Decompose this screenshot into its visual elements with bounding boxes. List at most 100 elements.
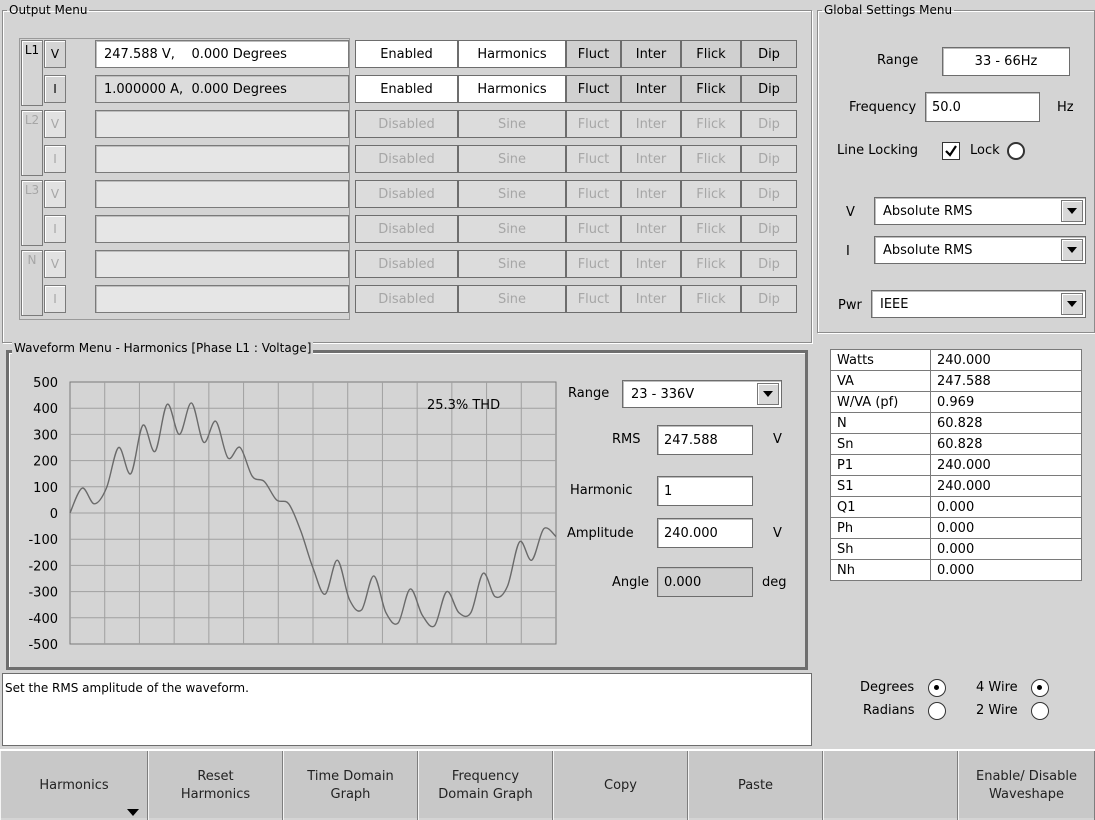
waveshape-mode-button[interactable]: Sine bbox=[458, 285, 566, 313]
flick-button[interactable]: Flick bbox=[681, 110, 741, 138]
waveshape-mode-button[interactable]: Sine bbox=[458, 180, 566, 208]
enable-disable-waveshape-button[interactable]: Enable/ Disable Waveshape bbox=[958, 751, 1095, 820]
copy-button[interactable]: Copy bbox=[553, 751, 688, 820]
dip-button[interactable]: Dip bbox=[741, 145, 797, 173]
output-menu-title: Output Menu bbox=[9, 3, 88, 17]
current-mode-dropdown[interactable]: Absolute RMS bbox=[874, 236, 1086, 264]
waveshape-mode-button[interactable]: Harmonics bbox=[458, 75, 566, 103]
output-value-cell[interactable] bbox=[95, 215, 349, 243]
four-wire-radio[interactable] bbox=[1031, 679, 1049, 697]
inter-button[interactable]: Inter bbox=[621, 215, 681, 243]
signal-type-label: V bbox=[44, 250, 66, 278]
output-value-cell[interactable]: 247.588 V, 0.000 Degrees bbox=[95, 40, 349, 68]
measurement-name: Ph bbox=[830, 517, 931, 539]
inter-button[interactable]: Inter bbox=[621, 180, 681, 208]
harmonics-button[interactable]: Harmonics bbox=[0, 751, 148, 820]
dip-button[interactable]: Dip bbox=[741, 250, 797, 278]
flick-button[interactable]: Flick bbox=[681, 180, 741, 208]
frequency-input[interactable]: 50.0 bbox=[925, 92, 1040, 122]
measurement-value: 0.000 bbox=[930, 517, 1082, 539]
waveshape-mode-button[interactable]: Sine bbox=[458, 215, 566, 243]
angle-label: Angle bbox=[612, 575, 649, 590]
empty-softkey[interactable] bbox=[823, 751, 958, 820]
fluct-button[interactable]: Fluct bbox=[566, 180, 621, 208]
paste-button[interactable]: Paste bbox=[688, 751, 823, 820]
output-value-cell[interactable] bbox=[95, 285, 349, 313]
fluct-button[interactable]: Fluct bbox=[566, 110, 621, 138]
flick-button[interactable]: Flick bbox=[681, 250, 741, 278]
dip-button[interactable]: Dip bbox=[741, 285, 797, 313]
inter-button[interactable]: Inter bbox=[621, 110, 681, 138]
power-mode-dropdown[interactable]: IEEE bbox=[871, 290, 1086, 318]
waveshape-mode-button[interactable]: Sine bbox=[458, 250, 566, 278]
bottom-toolbar: Harmonics Reset Harmonics Time Domain Gr… bbox=[0, 749, 1095, 820]
rms-input[interactable]: 247.588 bbox=[657, 425, 753, 455]
output-state-button[interactable]: Enabled bbox=[355, 75, 458, 103]
paste-button-label: Paste bbox=[737, 777, 774, 793]
output-state-button[interactable]: Disabled bbox=[355, 145, 458, 173]
dip-button[interactable]: Dip bbox=[741, 75, 797, 103]
voltage-mode-value: Absolute RMS bbox=[883, 203, 973, 219]
voltage-mode-dropdown[interactable]: Absolute RMS bbox=[874, 197, 1086, 225]
fluct-button[interactable]: Fluct bbox=[566, 75, 621, 103]
fluct-button[interactable]: Fluct bbox=[566, 250, 621, 278]
inter-button[interactable]: Inter bbox=[621, 40, 681, 68]
current-mode-value: Absolute RMS bbox=[883, 242, 973, 258]
inter-button[interactable]: Inter bbox=[621, 250, 681, 278]
enable-disable-label-1: Enable/ Disable bbox=[975, 768, 1078, 784]
output-state-button[interactable]: Disabled bbox=[355, 215, 458, 243]
fluct-button[interactable]: Fluct bbox=[566, 285, 621, 313]
chevron-down-icon[interactable] bbox=[1061, 200, 1083, 222]
signal-type-label: I bbox=[44, 215, 66, 243]
waveshape-mode-button[interactable]: Sine bbox=[458, 145, 566, 173]
time-domain-graph-button[interactable]: Time Domain Graph bbox=[283, 751, 418, 820]
flick-button[interactable]: Flick bbox=[681, 75, 741, 103]
inter-button[interactable]: Inter bbox=[621, 75, 681, 103]
output-state-button[interactable]: Enabled bbox=[355, 40, 458, 68]
fluct-button[interactable]: Fluct bbox=[566, 145, 621, 173]
line-locking-checkbox[interactable] bbox=[942, 142, 960, 160]
two-wire-radio[interactable] bbox=[1031, 702, 1049, 720]
inter-button[interactable]: Inter bbox=[621, 285, 681, 313]
voltage-range-dropdown[interactable]: 23 - 336V bbox=[622, 380, 782, 408]
flick-button[interactable]: Flick bbox=[681, 285, 741, 313]
waveshape-mode-button[interactable]: Harmonics bbox=[458, 40, 566, 68]
radians-radio[interactable] bbox=[928, 702, 946, 720]
flick-button[interactable]: Flick bbox=[681, 145, 741, 173]
output-value-cell[interactable]: 1.000000 A, 0.000 Degrees bbox=[95, 75, 349, 103]
chevron-down-icon[interactable] bbox=[757, 383, 779, 405]
reset-harmonics-button[interactable]: Reset Harmonics bbox=[148, 751, 283, 820]
measurement-value: 247.588 bbox=[930, 370, 1082, 392]
output-value-cell[interactable] bbox=[95, 250, 349, 278]
dip-button[interactable]: Dip bbox=[741, 110, 797, 138]
output-state-button[interactable]: Disabled bbox=[355, 285, 458, 313]
copy-button-label: Copy bbox=[604, 777, 637, 793]
fluct-button[interactable]: Fluct bbox=[566, 215, 621, 243]
waveshape-mode-button[interactable]: Sine bbox=[458, 110, 566, 138]
output-value-cell[interactable] bbox=[95, 110, 349, 138]
chevron-down-icon[interactable] bbox=[1061, 293, 1083, 315]
fluct-button[interactable]: Fluct bbox=[566, 40, 621, 68]
output-state-button[interactable]: Disabled bbox=[355, 110, 458, 138]
measurement-value: 0.000 bbox=[930, 496, 1082, 518]
measurement-name: S1 bbox=[830, 475, 931, 497]
chevron-down-icon[interactable] bbox=[1061, 239, 1083, 261]
output-state-button[interactable]: Disabled bbox=[355, 250, 458, 278]
output-state-button[interactable]: Disabled bbox=[355, 180, 458, 208]
frequency-range-label: Range bbox=[877, 53, 919, 68]
flick-button[interactable]: Flick bbox=[681, 215, 741, 243]
inter-button[interactable]: Inter bbox=[621, 145, 681, 173]
flick-button[interactable]: Flick bbox=[681, 40, 741, 68]
y-tick-label: 500 bbox=[33, 376, 58, 391]
amplitude-input[interactable]: 240.000 bbox=[657, 518, 753, 548]
thd-label: 25.3% THD bbox=[427, 398, 500, 413]
output-value-cell[interactable] bbox=[95, 145, 349, 173]
dip-button[interactable]: Dip bbox=[741, 40, 797, 68]
measurement-name: N bbox=[830, 412, 931, 434]
harmonic-input[interactable]: 1 bbox=[657, 476, 753, 506]
dip-button[interactable]: Dip bbox=[741, 215, 797, 243]
output-value-cell[interactable] bbox=[95, 180, 349, 208]
degrees-radio[interactable] bbox=[928, 679, 946, 697]
dip-button[interactable]: Dip bbox=[741, 180, 797, 208]
frequency-domain-graph-button[interactable]: Frequency Domain Graph bbox=[418, 751, 553, 820]
